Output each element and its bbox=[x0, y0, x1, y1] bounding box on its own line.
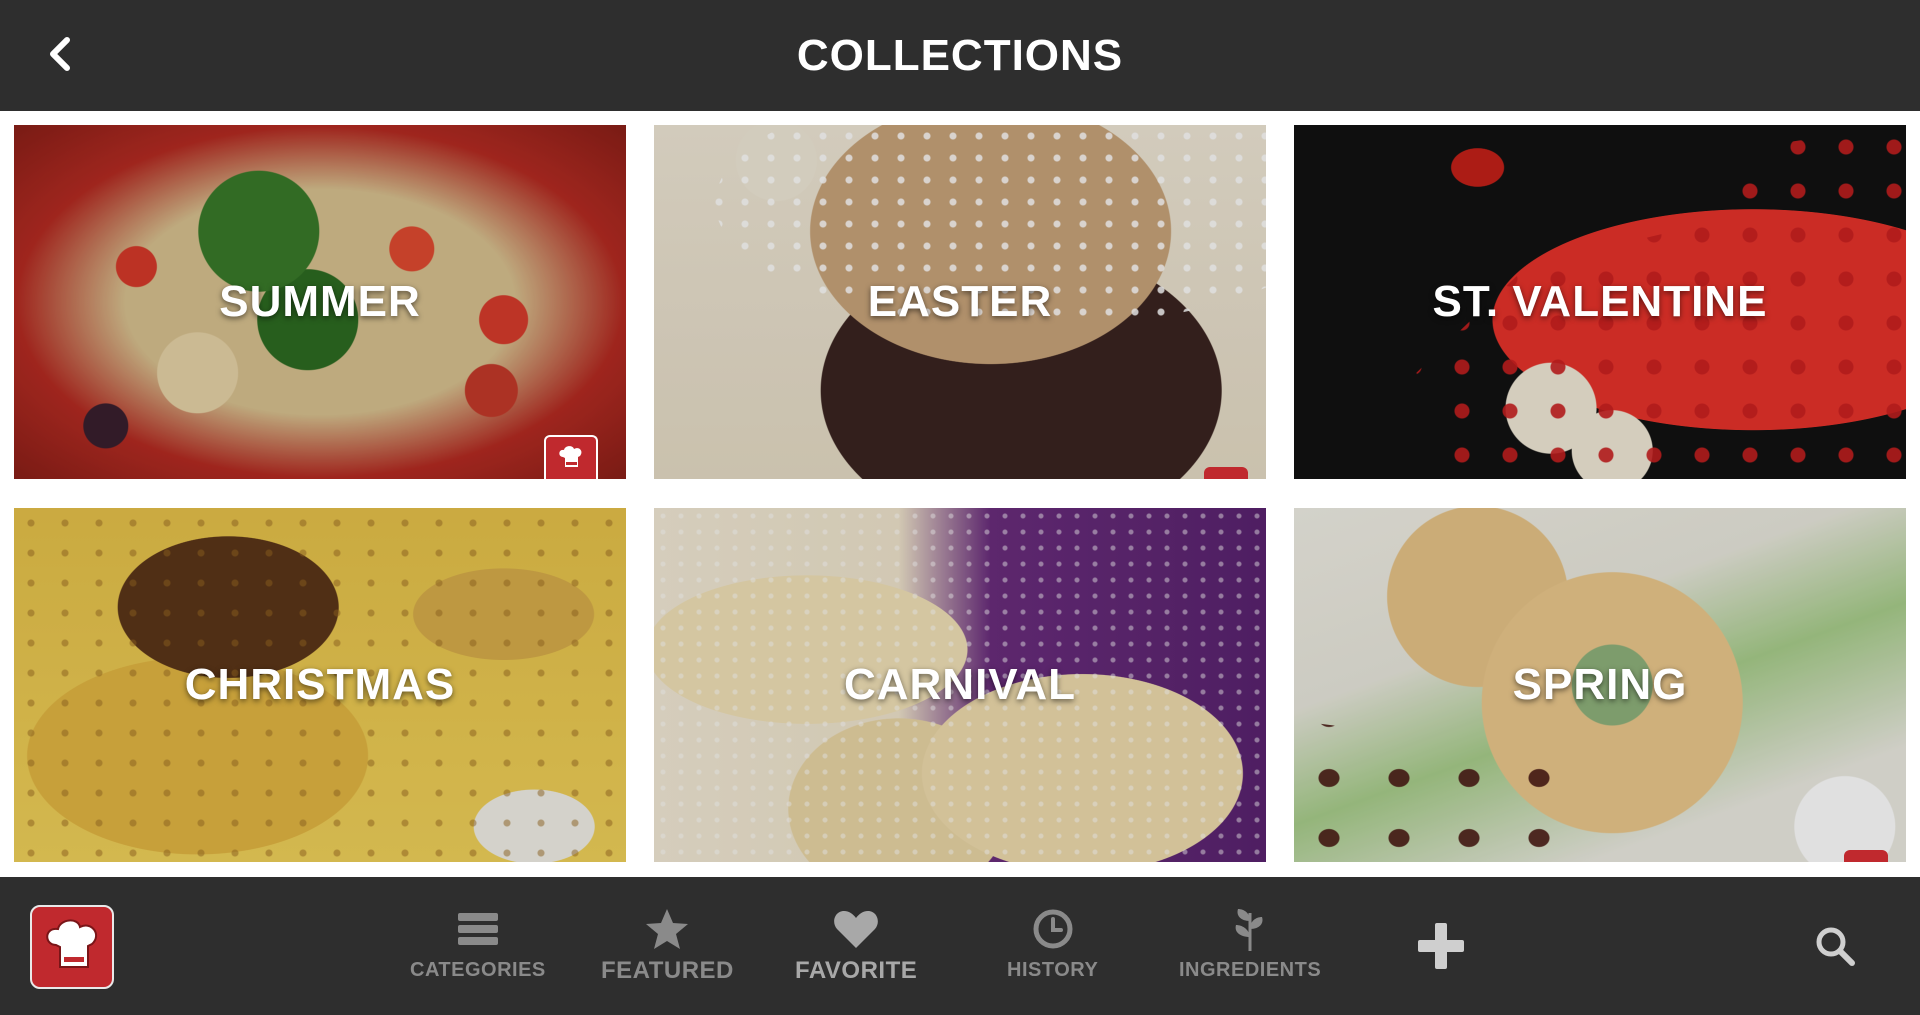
collection-label: SUMMER bbox=[219, 277, 421, 326]
collection-tile-st-valentine[interactable]: ST. VALENTINE bbox=[1294, 125, 1906, 479]
nav-history[interactable]: HISTORY bbox=[1007, 907, 1098, 982]
plus-icon bbox=[1418, 923, 1464, 969]
star-icon bbox=[646, 909, 689, 949]
chef-hat-icon bbox=[46, 919, 98, 968]
collection-label: CARNIVAL bbox=[843, 660, 1077, 709]
chef-badge-icon bbox=[544, 435, 598, 479]
nav-label: FEATURED bbox=[601, 957, 734, 984]
nav-label: CATEGORIES bbox=[410, 959, 546, 981]
collection-tile-christmas[interactable]: CHRISTMAS bbox=[14, 508, 626, 862]
collection-tile-carnival[interactable]: CARNIVAL bbox=[654, 508, 1266, 862]
collection-label: ST. VALENTINE bbox=[1432, 277, 1768, 326]
clock-icon bbox=[1033, 909, 1073, 949]
collection-label: CHRISTMAS bbox=[184, 660, 456, 709]
nav-categories[interactable]: CATEGORIES bbox=[410, 907, 546, 982]
list-icon bbox=[457, 913, 498, 945]
search-button[interactable] bbox=[1814, 925, 1856, 972]
badge-tab bbox=[1844, 850, 1888, 862]
collection-tile-easter[interactable]: EASTER bbox=[654, 125, 1266, 479]
collection-label: SPRING bbox=[1512, 660, 1688, 709]
nav-ingredients[interactable]: INGREDIENTS bbox=[1179, 907, 1321, 982]
back-button[interactable] bbox=[34, 28, 86, 80]
add-button[interactable] bbox=[1416, 921, 1466, 976]
nav-label: FAVORITE bbox=[795, 957, 918, 984]
bottom-nav-bar: CATEGORIES FEATURED FAVORITE HISTORY ING… bbox=[0, 877, 1920, 1015]
heart-icon bbox=[834, 911, 878, 948]
nav-label: INGREDIENTS bbox=[1179, 959, 1322, 981]
nav-label: HISTORY bbox=[1007, 959, 1099, 981]
app-logo[interactable] bbox=[30, 905, 114, 989]
collections-grid: SUMMER EASTER ST. VALENTINE CHRISTMAS CA… bbox=[14, 125, 1906, 862]
page-title: COLLECTIONS bbox=[796, 30, 1124, 80]
collection-tile-summer[interactable]: SUMMER bbox=[14, 125, 626, 479]
leaf-icon bbox=[1235, 909, 1263, 951]
nav-featured[interactable]: FEATURED bbox=[601, 907, 734, 985]
search-icon bbox=[1816, 927, 1855, 966]
nav-favorite[interactable]: FAVORITE bbox=[795, 907, 917, 985]
chevron-left-icon bbox=[50, 37, 70, 71]
collection-tile-spring[interactable]: SPRING bbox=[1294, 508, 1906, 862]
top-app-bar: COLLECTIONS bbox=[0, 0, 1920, 111]
badge-tab bbox=[1204, 467, 1248, 479]
collection-label: EASTER bbox=[867, 277, 1053, 326]
